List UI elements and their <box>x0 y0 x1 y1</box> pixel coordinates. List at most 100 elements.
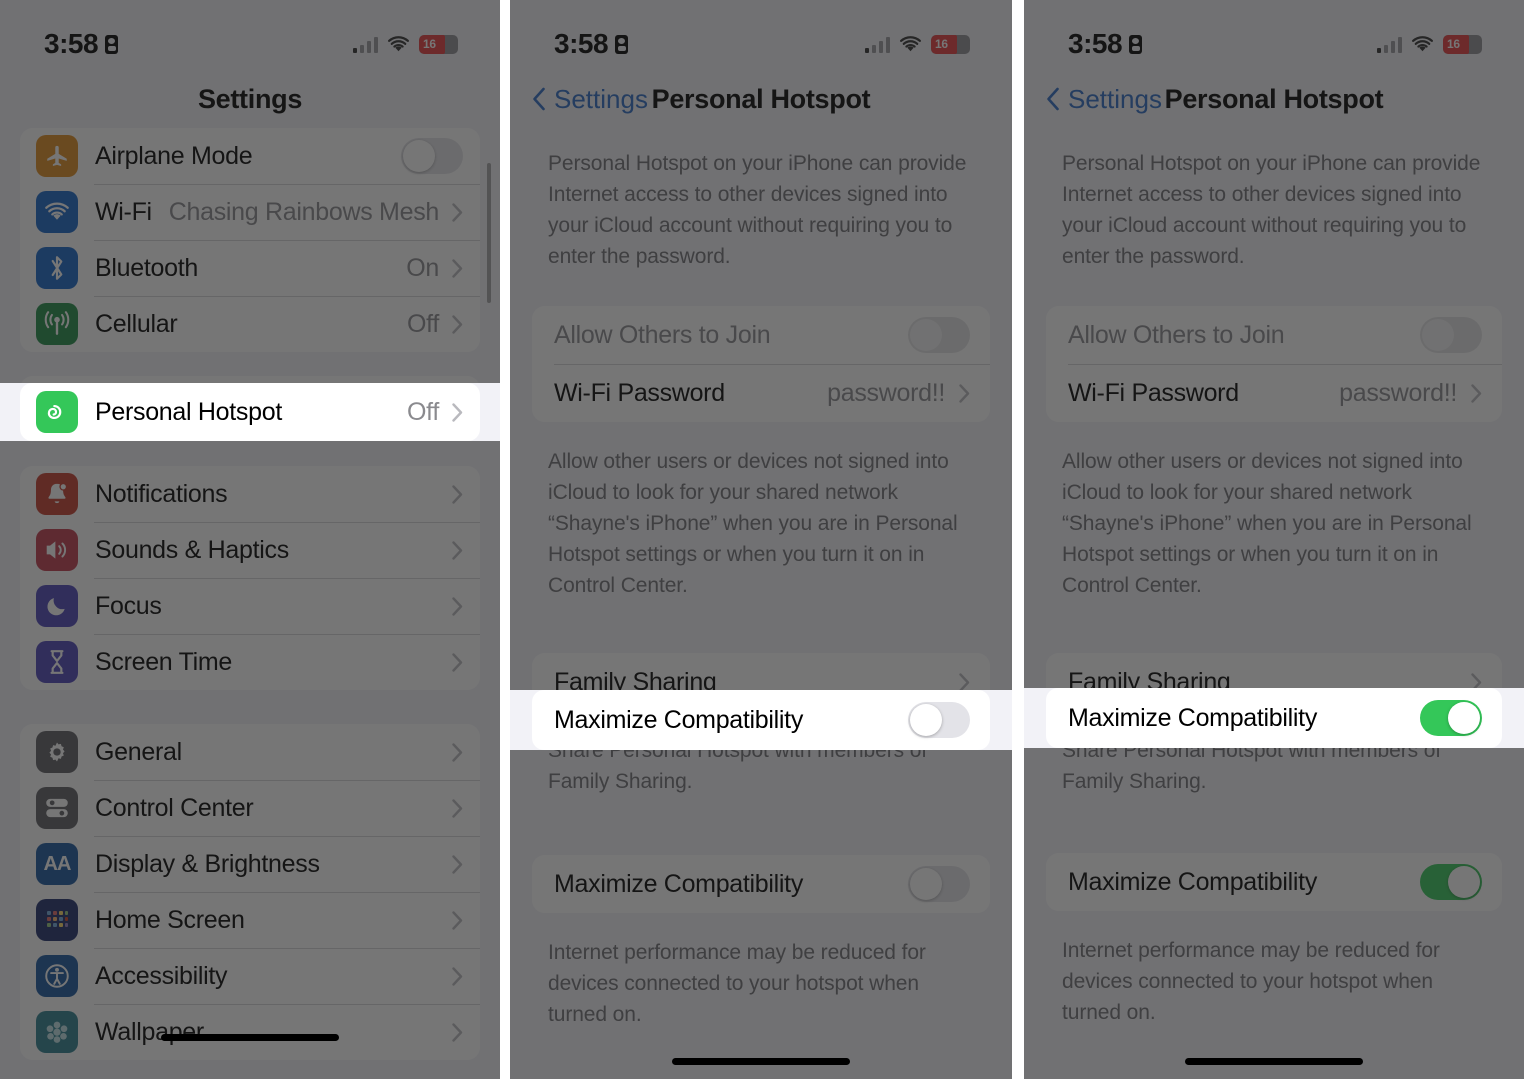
settings-row-label: Bluetooth <box>95 253 198 282</box>
settings-row-wifi[interactable]: Wi-Fi Chasing Rainbows Mesh <box>20 184 480 240</box>
hotspot-content: Personal Hotspot on your iPhone can prov… <box>510 128 1012 1030</box>
row-label: Maximize Compatibility <box>554 705 804 734</box>
lock-portrait-icon <box>615 34 629 54</box>
home-indicator <box>672 1058 850 1065</box>
maximize-compatibility-toggle[interactable] <box>908 702 970 738</box>
status-bar-time-group: 3:58 <box>44 28 119 60</box>
highlight-maximize-compatibility-off: Maximize Compatibility <box>510 690 1012 750</box>
battery-icon: 16 <box>931 34 970 54</box>
back-button[interactable]: Settings <box>1046 84 1162 115</box>
chevron-right-icon <box>452 484 463 504</box>
row-label: Wi-Fi Password <box>554 378 725 407</box>
chevron-right-icon <box>452 652 463 672</box>
settings-group-notifications: Notifications Sounds & Haptics Focus Scr… <box>20 466 480 690</box>
app-grid-icon <box>36 899 78 941</box>
settings-row-label: Home Screen <box>95 905 245 934</box>
settings-row-airplane-mode[interactable]: Airplane Mode <box>20 128 480 184</box>
status-bar-indicators: 16 <box>1376 34 1482 54</box>
middle-footnote: Allow other users or devices not signed … <box>548 450 958 597</box>
status-bar-indicators: 16 <box>864 34 970 54</box>
lock-portrait-icon <box>1129 34 1143 54</box>
phone-panel-settings: 3:58 16 Settings Airplane Mode Wi-Fi Cha… <box>0 0 500 1079</box>
hotspot-group-main: Allow Others to Join Wi-Fi Password pass… <box>1046 306 1502 422</box>
back-button-label: Settings <box>1068 83 1162 114</box>
settings-row-label: Personal Hotspot <box>95 397 282 426</box>
row-value: password!! <box>1339 378 1457 407</box>
maximize-footnote: Internet performance may be reduced for … <box>548 941 926 1026</box>
settings-row-label: Cellular <box>95 309 178 338</box>
wifi-icon <box>388 35 409 51</box>
settings-row-control-center[interactable]: Control Center <box>20 780 480 836</box>
settings-row-label: Display & Brightness <box>95 849 320 878</box>
settings-row-display-brightness[interactable]: AA Display & Brightness <box>20 836 480 892</box>
row-maximize-compatibility-highlighted[interactable]: Maximize Compatibility <box>1046 688 1502 748</box>
chevron-right-icon <box>959 383 970 403</box>
nav-bar: Settings Personal Hotspot <box>1024 70 1524 128</box>
chevron-right-icon <box>452 596 463 616</box>
settings-row-general[interactable]: General <box>20 724 480 780</box>
settings-row-home-screen[interactable]: Home Screen <box>20 892 480 948</box>
chevron-right-icon <box>452 854 463 874</box>
row-label: Allow Others to Join <box>1068 320 1285 349</box>
chevron-right-icon <box>452 202 463 222</box>
settings-row-value: Off <box>407 309 439 338</box>
allow-others-toggle[interactable] <box>1420 317 1482 353</box>
back-button-label: Settings <box>554 83 648 114</box>
settings-row-wallpaper[interactable]: Wallpaper <box>20 1004 480 1060</box>
back-button[interactable]: Settings <box>532 84 648 115</box>
settings-row-label: Accessibility <box>95 961 228 990</box>
row-wifi-password[interactable]: Wi-Fi Password password!! <box>532 364 990 422</box>
settings-group-system: General Control Center AA Display & Brig… <box>20 724 480 1060</box>
row-label: Allow Others to Join <box>554 320 771 349</box>
home-indicator <box>1185 1058 1363 1065</box>
row-maximize-compatibility-highlighted[interactable]: Maximize Compatibility <box>532 690 990 750</box>
row-allow-others-to-join[interactable]: Allow Others to Join <box>532 306 990 364</box>
allow-others-toggle[interactable] <box>908 317 970 353</box>
chevron-right-icon <box>1471 383 1482 403</box>
cellular-signal-icon <box>1376 36 1402 53</box>
bluetooth-icon <box>36 247 78 289</box>
phone-panel-hotspot-on: 3:58 16 Settings Personal Hotspot Person… <box>1024 0 1524 1079</box>
row-label: Maximize Compatibility <box>554 869 804 898</box>
settings-row-focus[interactable]: Focus <box>20 578 480 634</box>
hotspot-link-icon <box>36 391 78 433</box>
bell-icon <box>36 473 78 515</box>
settings-list[interactable]: Airplane Mode Wi-Fi Chasing Rainbows Mes… <box>0 128 500 1060</box>
settings-row-bluetooth[interactable]: Bluetooth On <box>20 240 480 296</box>
lock-portrait-icon <box>105 34 119 54</box>
phone-panel-hotspot-off: 3:58 16 Settings Personal Hotspot Person… <box>510 0 1012 1079</box>
chevron-right-icon <box>452 742 463 762</box>
chevron-right-icon <box>452 314 463 334</box>
settings-row-cellular[interactable]: Cellular Off <box>20 296 480 352</box>
home-indicator <box>161 1034 339 1041</box>
settings-row-personal-hotspot-highlighted[interactable]: Personal Hotspot Off <box>20 383 480 441</box>
airplane-mode-toggle[interactable] <box>401 138 463 174</box>
status-bar: 3:58 16 <box>0 0 500 70</box>
row-wifi-password[interactable]: Wi-Fi Password password!! <box>1046 364 1502 422</box>
settings-row-notifications[interactable]: Notifications <box>20 466 480 522</box>
row-value: password!! <box>827 378 945 407</box>
cellular-icon <box>36 303 78 345</box>
intro-footnote: Personal Hotspot on your iPhone can prov… <box>1062 152 1481 268</box>
row-label: Maximize Compatibility <box>1068 703 1318 732</box>
row-label: Maximize Compatibility <box>1068 867 1318 896</box>
scrollbar-thumb[interactable] <box>487 163 491 303</box>
battery-icon: 16 <box>419 34 458 54</box>
maximize-compatibility-toggle[interactable] <box>908 866 970 902</box>
wifi-icon <box>1412 35 1433 51</box>
maximize-compatibility-toggle[interactable] <box>1420 700 1482 736</box>
row-maximize-compatibility[interactable]: Maximize Compatibility <box>1046 853 1502 911</box>
settings-row-screen-time[interactable]: Screen Time <box>20 634 480 690</box>
status-bar-time: 3:58 <box>1068 28 1123 59</box>
status-bar-time: 3:58 <box>554 28 609 59</box>
settings-row-accessibility[interactable]: Accessibility <box>20 948 480 1004</box>
hotspot-group-compat: Maximize Compatibility <box>532 855 990 913</box>
status-bar-indicators: 16 <box>352 34 458 54</box>
row-allow-others-to-join[interactable]: Allow Others to Join <box>1046 306 1502 364</box>
battery-level-text: 16 <box>935 37 948 51</box>
settings-row-label: Airplane Mode <box>95 141 253 170</box>
settings-row-sounds-haptics[interactable]: Sounds & Haptics <box>20 522 480 578</box>
row-maximize-compatibility[interactable]: Maximize Compatibility <box>532 855 990 913</box>
hotspot-content: Personal Hotspot on your iPhone can prov… <box>1024 128 1524 1028</box>
maximize-compatibility-toggle[interactable] <box>1420 864 1482 900</box>
